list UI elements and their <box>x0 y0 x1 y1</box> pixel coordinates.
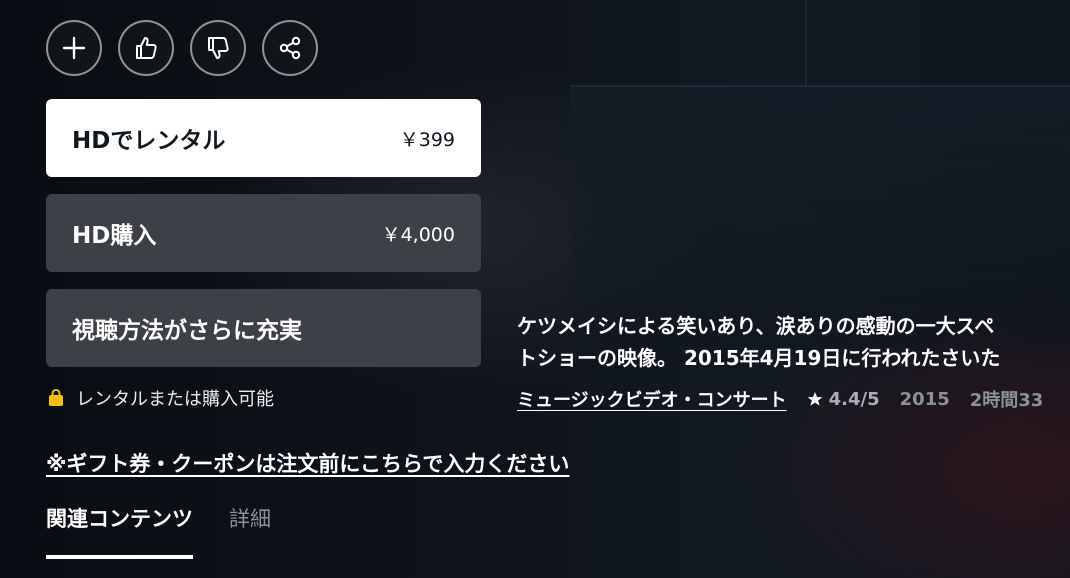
rating-value: 4.4/5 <box>828 388 880 410</box>
share-button[interactable] <box>262 20 318 76</box>
add-to-watchlist-button[interactable] <box>46 20 102 76</box>
more-viewing-options-label: 視聴方法がさらに充実 <box>72 318 302 344</box>
runtime: 2時間33 <box>969 390 1044 411</box>
detail-page: HDでレンタル ￥399 HD購入 ￥4,000 視聴方法がさらに充実 レンタル… <box>0 0 1070 578</box>
thumbs-up-icon <box>136 37 157 59</box>
synopsis-line-2: トショーの映像。 2015年4月19日に行われたさいた <box>517 346 1001 370</box>
tab-related-content[interactable]: 関連コンテンツ <box>46 503 193 559</box>
star-icon <box>807 392 822 406</box>
dislike-button[interactable] <box>190 20 246 76</box>
buy-hd-button[interactable]: HD購入 ￥4,000 <box>46 194 481 272</box>
plus-icon <box>62 36 86 60</box>
like-button[interactable] <box>118 20 174 76</box>
title-metadata: ミュージックビデオ・コンサート 4.4/5 2015 2時間33 <box>517 386 1043 412</box>
background-divider <box>805 0 807 85</box>
background-artwork <box>570 85 1070 347</box>
buy-hd-label: HD購入 <box>72 223 157 249</box>
action-icon-row <box>46 20 318 76</box>
content-tabs: 関連コンテンツ 詳細 <box>46 503 271 559</box>
shopping-bag-icon <box>49 388 63 406</box>
buy-hd-price: ￥4,000 <box>381 223 455 246</box>
genre-link[interactable]: ミュージックビデオ・コンサート <box>517 386 787 412</box>
share-icon <box>279 36 301 60</box>
synopsis-line-1: ケツメイシによる笑いあり、涙ありの感動の一大スペ <box>517 314 995 338</box>
thumbs-down-icon <box>208 37 229 59</box>
availability-text: レンタルまたは購入可能 <box>76 389 274 410</box>
gift-coupon-link[interactable]: ※ギフト券・クーポンは注文前にこちらで入力ください <box>46 448 569 478</box>
rent-hd-label: HDでレンタル <box>72 128 226 154</box>
availability-note: レンタルまたは購入可能 <box>46 385 274 411</box>
rent-hd-price: ￥399 <box>399 128 455 151</box>
release-year: 2015 <box>899 388 950 410</box>
rent-hd-button[interactable]: HDでレンタル ￥399 <box>46 99 481 177</box>
rating: 4.4/5 <box>807 389 880 410</box>
synopsis: ケツメイシによる笑いあり、涙ありの感動の一大スペ トショーの映像。 2015年4… <box>517 310 1070 374</box>
more-viewing-options-button[interactable]: 視聴方法がさらに充実 <box>46 289 481 367</box>
tab-details[interactable]: 詳細 <box>229 503 271 559</box>
